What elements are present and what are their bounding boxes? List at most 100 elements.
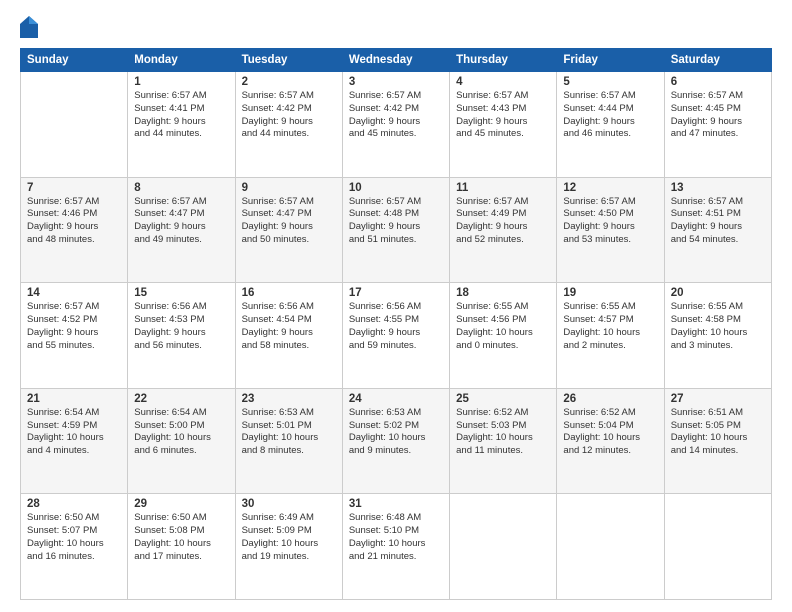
day-number: 21 — [27, 393, 121, 405]
day-info: Sunrise: 6:48 AM Sunset: 5:10 PM Dayligh… — [349, 512, 443, 563]
calendar-cell: 6 Sunrise: 6:57 AM Sunset: 4:45 PM Daylig… — [664, 72, 771, 178]
day-number: 25 — [456, 393, 550, 405]
calendar-cell: 11 Sunrise: 6:57 AM Sunset: 4:49 PM Dayli… — [450, 177, 557, 283]
day-number: 11 — [456, 182, 550, 194]
day-number: 27 — [671, 393, 765, 405]
day-number: 17 — [349, 287, 443, 299]
page: SundayMondayTuesdayWednesdayThursdayFrid… — [0, 0, 792, 612]
calendar-cell: 24Sunrise: 6:53 AM Sunset: 5:02 PM Dayli… — [342, 388, 449, 494]
calendar-cell — [21, 72, 128, 178]
week-row-2: 7Sunrise: 6:57 AM Sunset: 4:46 PM Daylig… — [21, 177, 772, 283]
day-number: 5 — [563, 76, 657, 88]
day-number: 29 — [134, 498, 228, 510]
calendar-cell: 16 Sunrise: 6:56 AM Sunset: 4:54 PM Dayli… — [235, 283, 342, 389]
day-number: 30 — [242, 498, 336, 510]
calendar-cell: 23 Sunrise: 6:53 AM Sunset: 5:01 PM Dayli… — [235, 388, 342, 494]
day-number: 14 — [27, 287, 121, 299]
calendar-cell: 21 Sunrise: 6:54 AM Sunset: 4:59 PM Dayli… — [21, 388, 128, 494]
week-row-5: 28 Sunrise: 6:50 AM Sunset: 5:07 PM Dayli… — [21, 494, 772, 600]
day-number: 9 — [242, 182, 336, 194]
day-number: 28 — [27, 498, 121, 510]
day-number: 6 — [671, 76, 765, 88]
calendar-cell: 5 Sunrise: 6:57 AM Sunset: 4:44 PM Daylig… — [557, 72, 664, 178]
calendar-body: 1 Sunrise: 6:57 AM Sunset: 4:41 PM Daylig… — [21, 72, 772, 600]
day-number: 2 — [242, 76, 336, 88]
day-header-wednesday: Wednesday — [342, 49, 449, 72]
calendar-cell: 31 Sunrise: 6:48 AM Sunset: 5:10 PM Dayli… — [342, 494, 449, 600]
day-number: 4 — [456, 76, 550, 88]
day-info: Sunrise: 6:55 AM Sunset: 4:57 PM Dayligh… — [563, 301, 657, 352]
day-info: Sunrise: 6:57 AM Sunset: 4:52 PM Dayligh… — [27, 301, 121, 352]
day-number: 26 — [563, 393, 657, 405]
calendar-cell: 30 Sunrise: 6:49 AM Sunset: 5:09 PM Dayli… — [235, 494, 342, 600]
calendar-cell: 3Sunrise: 6:57 AM Sunset: 4:42 PM Daylig… — [342, 72, 449, 178]
day-info: Sunrise: 6:57 AM Sunset: 4:49 PM Dayligh… — [456, 196, 550, 247]
day-number: 15 — [134, 287, 228, 299]
day-header-sunday: Sunday — [21, 49, 128, 72]
calendar-cell: 9 Sunrise: 6:57 AM Sunset: 4:47 PM Daylig… — [235, 177, 342, 283]
day-info: Sunrise: 6:57 AM Sunset: 4:48 PM Dayligh… — [349, 196, 443, 247]
calendar-cell: 2 Sunrise: 6:57 AM Sunset: 4:42 PM Daylig… — [235, 72, 342, 178]
day-info: Sunrise: 6:57 AM Sunset: 4:51 PM Dayligh… — [671, 196, 765, 247]
day-number: 31 — [349, 498, 443, 510]
day-info: Sunrise: 6:51 AM Sunset: 5:05 PM Dayligh… — [671, 407, 765, 458]
week-row-1: 1 Sunrise: 6:57 AM Sunset: 4:41 PM Daylig… — [21, 72, 772, 178]
day-number: 22 — [134, 393, 228, 405]
calendar-cell: 13 Sunrise: 6:57 AM Sunset: 4:51 PM Dayli… — [664, 177, 771, 283]
day-info: Sunrise: 6:57 AM Sunset: 4:46 PM Dayligh… — [27, 196, 121, 247]
day-info: Sunrise: 6:56 AM Sunset: 4:54 PM Dayligh… — [242, 301, 336, 352]
calendar-cell: 7Sunrise: 6:57 AM Sunset: 4:46 PM Daylig… — [21, 177, 128, 283]
day-info: Sunrise: 6:57 AM Sunset: 4:47 PM Dayligh… — [134, 196, 228, 247]
calendar-cell — [557, 494, 664, 600]
day-number: 10 — [349, 182, 443, 194]
day-info: Sunrise: 6:57 AM Sunset: 4:43 PM Dayligh… — [456, 90, 550, 141]
day-number: 12 — [563, 182, 657, 194]
calendar-cell — [450, 494, 557, 600]
logo-icon — [20, 16, 38, 38]
calendar-cell: 8 Sunrise: 6:57 AM Sunset: 4:47 PM Daylig… — [128, 177, 235, 283]
day-info: Sunrise: 6:49 AM Sunset: 5:09 PM Dayligh… — [242, 512, 336, 563]
day-info: Sunrise: 6:57 AM Sunset: 4:45 PM Dayligh… — [671, 90, 765, 141]
day-info: Sunrise: 6:56 AM Sunset: 4:55 PM Dayligh… — [349, 301, 443, 352]
day-header-saturday: Saturday — [664, 49, 771, 72]
calendar-cell: 26Sunrise: 6:52 AM Sunset: 5:04 PM Dayli… — [557, 388, 664, 494]
calendar-cell: 1 Sunrise: 6:57 AM Sunset: 4:41 PM Daylig… — [128, 72, 235, 178]
day-number: 23 — [242, 393, 336, 405]
day-header-thursday: Thursday — [450, 49, 557, 72]
day-info: Sunrise: 6:56 AM Sunset: 4:53 PM Dayligh… — [134, 301, 228, 352]
day-info: Sunrise: 6:54 AM Sunset: 4:59 PM Dayligh… — [27, 407, 121, 458]
day-info: Sunrise: 6:52 AM Sunset: 5:03 PM Dayligh… — [456, 407, 550, 458]
week-row-4: 21 Sunrise: 6:54 AM Sunset: 4:59 PM Dayli… — [21, 388, 772, 494]
calendar-cell: 28 Sunrise: 6:50 AM Sunset: 5:07 PM Dayli… — [21, 494, 128, 600]
day-info: Sunrise: 6:53 AM Sunset: 5:01 PM Dayligh… — [242, 407, 336, 458]
day-info: Sunrise: 6:57 AM Sunset: 4:41 PM Dayligh… — [134, 90, 228, 141]
header — [20, 16, 772, 38]
day-info: Sunrise: 6:54 AM Sunset: 5:00 PM Dayligh… — [134, 407, 228, 458]
calendar-cell: 22 Sunrise: 6:54 AM Sunset: 5:00 PM Dayli… — [128, 388, 235, 494]
logo — [20, 16, 41, 38]
day-header-tuesday: Tuesday — [235, 49, 342, 72]
day-number: 16 — [242, 287, 336, 299]
day-number: 13 — [671, 182, 765, 194]
calendar-cell: 29 Sunrise: 6:50 AM Sunset: 5:08 PM Dayli… — [128, 494, 235, 600]
day-info: Sunrise: 6:57 AM Sunset: 4:42 PM Dayligh… — [242, 90, 336, 141]
calendar-table: SundayMondayTuesdayWednesdayThursdayFrid… — [20, 48, 772, 600]
calendar-cell: 19 Sunrise: 6:55 AM Sunset: 4:57 PM Dayli… — [557, 283, 664, 389]
day-info: Sunrise: 6:50 AM Sunset: 5:08 PM Dayligh… — [134, 512, 228, 563]
day-info: Sunrise: 6:53 AM Sunset: 5:02 PM Dayligh… — [349, 407, 443, 458]
day-number: 8 — [134, 182, 228, 194]
week-row-3: 14 Sunrise: 6:57 AM Sunset: 4:52 PM Dayli… — [21, 283, 772, 389]
day-info: Sunrise: 6:57 AM Sunset: 4:44 PM Dayligh… — [563, 90, 657, 141]
calendar-cell: 12 Sunrise: 6:57 AM Sunset: 4:50 PM Dayli… — [557, 177, 664, 283]
calendar-cell: 15 Sunrise: 6:56 AM Sunset: 4:53 PM Dayli… — [128, 283, 235, 389]
day-info: Sunrise: 6:55 AM Sunset: 4:56 PM Dayligh… — [456, 301, 550, 352]
day-info: Sunrise: 6:50 AM Sunset: 5:07 PM Dayligh… — [27, 512, 121, 563]
calendar-cell: 18Sunrise: 6:55 AM Sunset: 4:56 PM Dayli… — [450, 283, 557, 389]
calendar-cell: 10 Sunrise: 6:57 AM Sunset: 4:48 PM Dayli… — [342, 177, 449, 283]
day-info: Sunrise: 6:57 AM Sunset: 4:42 PM Dayligh… — [349, 90, 443, 141]
day-number: 19 — [563, 287, 657, 299]
day-info: Sunrise: 6:57 AM Sunset: 4:47 PM Dayligh… — [242, 196, 336, 247]
day-info: Sunrise: 6:57 AM Sunset: 4:50 PM Dayligh… — [563, 196, 657, 247]
day-number: 20 — [671, 287, 765, 299]
day-number: 1 — [134, 76, 228, 88]
